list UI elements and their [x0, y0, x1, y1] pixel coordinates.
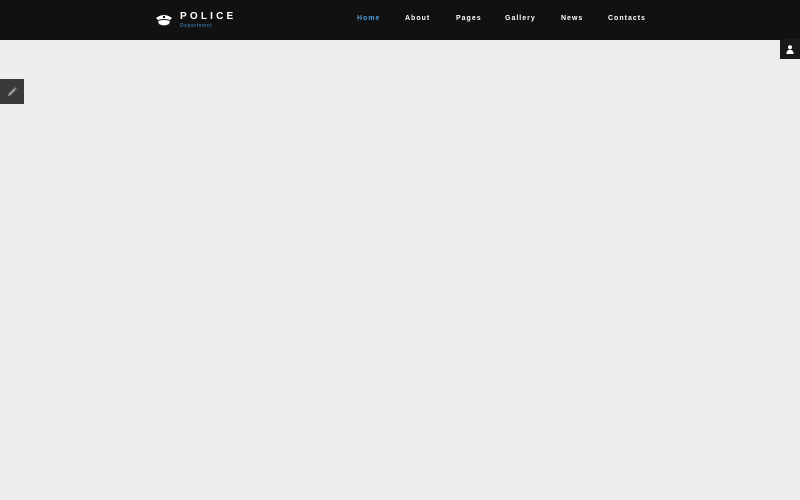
- nav-item-about[interactable]: About: [405, 15, 430, 22]
- site-logo[interactable]: POLICE Department: [155, 10, 236, 30]
- logo-text: POLICE Department: [180, 10, 237, 29]
- top-navigation-bar: POLICE Department Home About Pages Galle…: [0, 0, 800, 40]
- logo-subtitle: Department: [180, 22, 213, 29]
- user-icon: [786, 44, 794, 54]
- edit-panel-toggle[interactable]: [0, 79, 24, 104]
- nav-item-home[interactable]: Home: [357, 15, 380, 22]
- nav-item-pages[interactable]: Pages: [456, 15, 482, 22]
- nav-item-gallery[interactable]: Gallery: [505, 15, 536, 22]
- logo-title: POLICE: [180, 10, 237, 22]
- user-panel-toggle[interactable]: [780, 39, 800, 59]
- nav-item-contacts[interactable]: Contacts: [608, 15, 646, 22]
- page: POLICE Department Home About Pages Galle…: [0, 0, 800, 500]
- police-cap-icon: [156, 15, 172, 26]
- pencil-icon: [8, 86, 17, 96]
- nav-item-news[interactable]: News: [561, 15, 583, 22]
